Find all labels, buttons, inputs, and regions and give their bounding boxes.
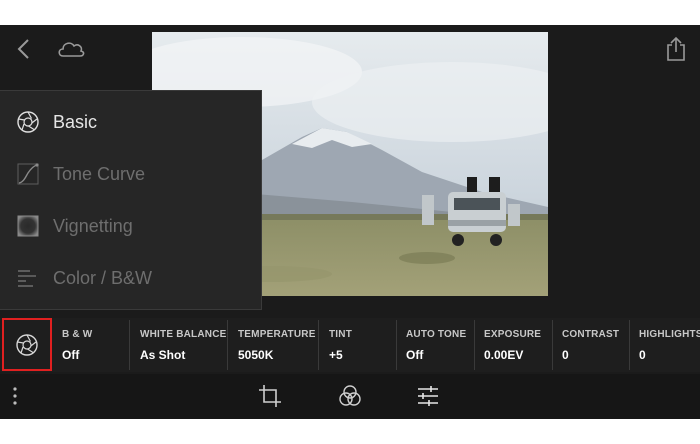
presets-button[interactable]: [336, 382, 364, 410]
panel-item-label: Color / B&W: [53, 267, 153, 288]
adjust-highlights[interactable]: HIGHLIGHTS 0: [630, 320, 700, 370]
adjustments-strip: B & W Off WHITE BALANCE As Shot TEMPERAT…: [0, 318, 700, 372]
adjust-value: 0.00EV: [484, 348, 524, 362]
adjust-value: Off: [406, 348, 424, 362]
adjust-value: 5050K: [238, 348, 274, 362]
chevron-left-icon: [17, 39, 29, 59]
tone-curve-icon: [15, 161, 41, 187]
adjust-temperature[interactable]: TEMPERATURE 5050K: [229, 320, 318, 370]
adjust-tint[interactable]: TINT +5: [320, 320, 396, 370]
adjust-label: B & W: [62, 329, 93, 340]
presets-circles-icon: [339, 385, 361, 406]
adjust-value: As Shot: [140, 348, 186, 362]
panel-item-label: Basic: [53, 111, 98, 132]
color-bw-icon: [15, 265, 41, 291]
adjust-button[interactable]: [414, 382, 442, 410]
aperture-icon: [16, 333, 38, 356]
more-vertical-icon: [13, 387, 17, 405]
adjust-white-balance[interactable]: WHITE BALANCE As Shot: [131, 320, 227, 370]
app-window: Basic Tone Curve Vignetting Color / B&W …: [0, 25, 700, 419]
panel-item-color-bw[interactable]: Color / B&W: [0, 254, 262, 302]
adjust-contrast[interactable]: CONTRAST 0: [553, 320, 629, 370]
adjust-auto-tone[interactable]: AUTO TONE Off: [397, 320, 474, 370]
crop-icon: [259, 385, 281, 407]
adjust-label: TEMPERATURE: [238, 329, 316, 340]
bottom-toolbar: [0, 374, 700, 419]
sliders-icon: [418, 386, 438, 406]
back-button[interactable]: [10, 35, 38, 63]
adjust-label: WHITE BALANCE: [140, 329, 227, 340]
adjust-value: +5: [329, 348, 343, 362]
divider: [129, 320, 130, 370]
panel-item-basic[interactable]: Basic: [0, 98, 262, 146]
aperture-icon: [15, 109, 41, 135]
divider: [318, 320, 319, 370]
share-button[interactable]: [662, 35, 690, 63]
adjust-label: CONTRAST: [562, 329, 620, 340]
more-options-button[interactable]: [4, 382, 26, 410]
basic-panel-toggle-button[interactable]: [2, 318, 52, 371]
crop-button[interactable]: [256, 382, 284, 410]
adjust-value: 0: [562, 348, 569, 362]
panel-item-tone-curve[interactable]: Tone Curve: [0, 150, 262, 198]
panel-item-label: Vignetting: [53, 215, 133, 236]
panel-item-label: Tone Curve: [53, 163, 146, 184]
adjust-bw[interactable]: B & W Off: [53, 320, 129, 370]
adjust-label: TINT: [329, 329, 353, 340]
adjust-value: 0: [639, 348, 646, 362]
cloud-icon: [58, 42, 85, 57]
panel-item-vignetting[interactable]: Vignetting: [0, 202, 262, 250]
adjust-label: HIGHLIGHTS: [639, 329, 700, 340]
adjust-exposure[interactable]: EXPOSURE 0.00EV: [475, 320, 552, 370]
share-icon: [667, 36, 685, 61]
edit-category-panel: Basic Tone Curve Vignetting Color / B&W: [0, 90, 262, 310]
adjust-label: EXPOSURE: [484, 329, 542, 340]
adjust-label: AUTO TONE: [406, 329, 467, 340]
cloud-sync-button[interactable]: [55, 35, 87, 63]
divider: [227, 320, 228, 370]
adjust-value: Off: [62, 348, 80, 362]
vignette-icon: [15, 213, 41, 239]
